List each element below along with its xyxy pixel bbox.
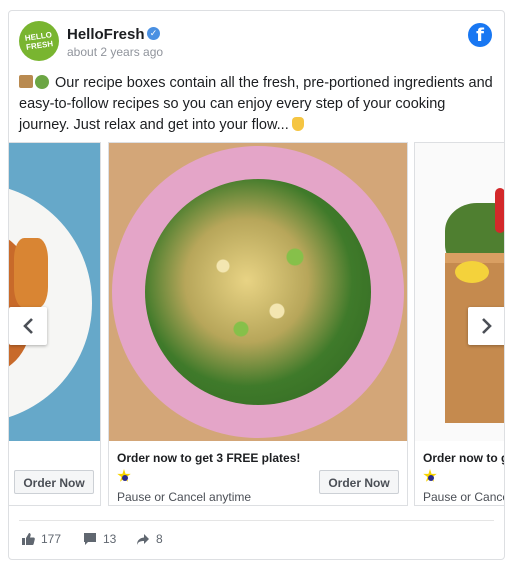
comment-icon	[84, 533, 96, 545]
facebook-icon: f	[468, 23, 492, 47]
slide-subtitle: Pause or Cancel anytime	[117, 490, 252, 504]
slide-image-grocery-box	[415, 143, 504, 441]
ad-carousel: Order Now Order now to get 3 FREE plates…	[9, 142, 504, 510]
box-emoji-icon	[19, 75, 33, 88]
footer-divider	[19, 520, 494, 521]
slide-image-pasta-bowl	[109, 143, 407, 441]
carousel-next-button[interactable]	[468, 307, 504, 345]
page-name[interactable]: HelloFresh	[67, 26, 145, 43]
share-arrow-icon	[137, 534, 149, 545]
chevron-right-icon	[482, 318, 492, 334]
facebook-post-card: HELLO FRESH HelloFresh ✓ about 2 years a…	[8, 10, 505, 560]
slide-subtitle: Pause or Cancel anytime	[423, 490, 504, 504]
page-avatar[interactable]: HELLO FRESH	[19, 21, 59, 61]
order-now-button[interactable]: Order Now	[319, 470, 399, 494]
slide-title: Order now to get 3 FREE plates!	[423, 451, 504, 465]
like-count[interactable]: 177	[21, 532, 61, 546]
share-count-value: 8	[156, 532, 163, 546]
verified-check-icon: ✓	[147, 27, 160, 40]
comment-count[interactable]: 13	[83, 532, 116, 546]
carousel-prev-button[interactable]	[9, 307, 47, 345]
slide-title: Order now to get 3 FREE plates!	[117, 451, 301, 465]
star-emoji-icon	[423, 469, 437, 483]
post-text-body: Our recipe boxes contain all the fresh, …	[19, 75, 493, 133]
post-text: Our recipe boxes contain all the fresh, …	[19, 73, 497, 136]
carousel-slide-2[interactable]: Order now to get 3 FREE plates! Pause or…	[108, 142, 408, 506]
share-count[interactable]: 8	[136, 532, 163, 546]
salad-emoji-icon	[35, 75, 49, 89]
chevron-left-icon	[23, 318, 33, 334]
order-now-button[interactable]: Order Now	[14, 470, 94, 494]
comment-count-value: 13	[103, 532, 117, 546]
thumbs-up-icon	[22, 533, 35, 545]
like-count-value: 177	[41, 532, 62, 546]
ok-hand-emoji-icon	[291, 117, 304, 131]
slide-image-chickpea-dish	[9, 143, 100, 441]
avatar-logo-text: HELLO FRESH	[24, 30, 54, 52]
star-emoji-icon	[117, 469, 131, 483]
post-timestamp[interactable]: about 2 years ago	[67, 45, 163, 59]
